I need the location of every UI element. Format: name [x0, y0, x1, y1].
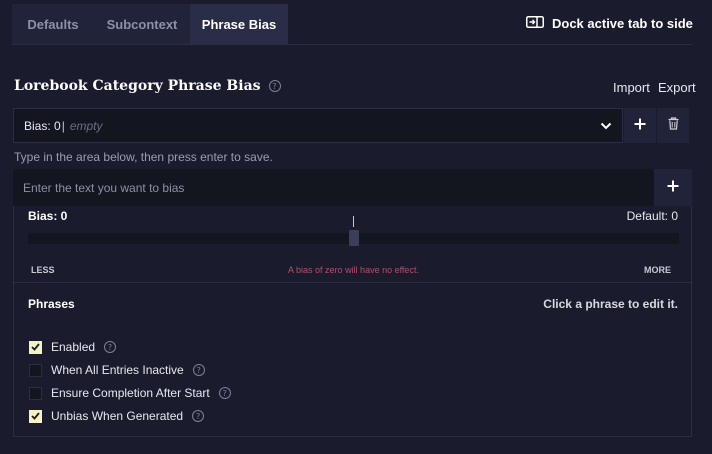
dock-side-icon	[526, 15, 544, 31]
plus-icon	[634, 117, 646, 135]
entry-hint: Type in the area below, then press enter…	[14, 150, 273, 164]
bias-value-label: Bias: 0	[28, 209, 68, 223]
bias-settings-panel: Bias: 0 Default: 0 LESS A bias of zero w…	[13, 206, 693, 437]
checkbox-enabled[interactable]	[29, 340, 42, 354]
tab-phrase-bias[interactable]: Phrase Bias	[190, 4, 288, 44]
bias-text-input[interactable]	[13, 169, 654, 206]
import-button[interactable]: Import	[613, 80, 650, 95]
option-ensure-completion-after-start[interactable]: Ensure Completion After Start ?	[29, 385, 231, 401]
tab-defaults[interactable]: Defaults	[12, 4, 94, 44]
help-icon[interactable]: ?	[192, 410, 205, 422]
option-unbias-when-generated[interactable]: Unbias When Generated ?	[29, 408, 205, 424]
bias-select-separator: |	[61, 118, 65, 133]
option-label: When All Entries Inactive	[51, 363, 184, 377]
help-icon[interactable]: ?	[218, 387, 231, 399]
option-label: Ensure Completion After Start	[51, 386, 210, 400]
add-phrase-button[interactable]	[654, 169, 692, 206]
help-icon[interactable]: ?	[192, 364, 205, 376]
bias-group-select[interactable]: Bias: 0 | empty	[13, 108, 623, 143]
option-label: Enabled	[51, 340, 96, 354]
delete-bias-group-button[interactable]	[657, 108, 689, 143]
checkbox-unbias-when-generated[interactable]	[29, 409, 42, 423]
tab-subcontext[interactable]: Subcontext	[94, 4, 190, 44]
checkbox-when-all-entries-inactive[interactable]	[29, 363, 42, 377]
divider	[14, 282, 693, 283]
trash-icon	[668, 116, 679, 135]
bias-select-value: empty	[69, 118, 103, 133]
bias-select-prefix: Bias: 0	[24, 118, 61, 133]
plus-icon	[667, 179, 679, 197]
help-icon[interactable]: ?	[268, 80, 281, 92]
bias-slider-thumb[interactable]	[349, 230, 359, 246]
option-label: Unbias When Generated	[51, 409, 184, 423]
add-bias-group-button[interactable]	[624, 108, 656, 143]
slider-more-label: MORE	[644, 265, 671, 275]
phrases-heading: Phrases	[28, 297, 75, 311]
section-title: Lorebook Category Phrase Bias ?	[14, 78, 281, 94]
help-icon[interactable]: ?	[104, 341, 117, 353]
option-enabled[interactable]: Enabled ?	[29, 339, 117, 355]
section-title-text: Lorebook Category Phrase Bias	[14, 78, 261, 94]
dock-active-tab-button[interactable]: Dock active tab to side	[526, 13, 693, 33]
slider-center-tick	[353, 216, 354, 227]
checkbox-ensure-completion-after-start[interactable]	[29, 386, 42, 400]
bias-default-label: Default: 0	[626, 209, 678, 223]
zero-bias-warning: A bias of zero will have no effect.	[288, 265, 419, 275]
export-button[interactable]: Export	[658, 80, 696, 95]
chevron-down-icon[interactable]	[590, 109, 622, 142]
option-when-all-entries-inactive[interactable]: When All Entries Inactive ?	[29, 362, 205, 378]
dock-label: Dock active tab to side	[552, 15, 693, 31]
phrase-bias-panel: Defaults Subcontext Phrase Bias Dock act…	[0, 0, 712, 454]
phrases-hint: Click a phrase to edit it.	[543, 297, 678, 311]
